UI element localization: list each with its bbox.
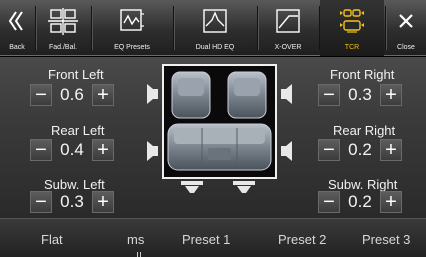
rear-left-speaker-icon: [147, 141, 158, 161]
subw-left-plus-button[interactable]: +: [92, 191, 114, 213]
front-left-minus-button[interactable]: −: [30, 84, 52, 106]
tcr-label: TCR: [344, 44, 360, 51]
tcr-main-panel: Front Left − 0.6 + Front Right − 0.3 + R…: [0, 57, 426, 218]
fad-bal-button[interactable]: Fad./Bal.: [36, 0, 90, 56]
back-button[interactable]: Back: [0, 0, 34, 56]
front-left-speaker-icon: [147, 84, 158, 104]
subw-right-value: 0.2: [348, 192, 372, 211]
fader-balance-icon: [48, 8, 78, 35]
subw-left-control: − 0.3 +: [30, 191, 114, 213]
preset-2-button[interactable]: Preset 2: [278, 232, 326, 247]
close-button[interactable]: Close: [386, 0, 426, 56]
unit-ms-button[interactable]: ms: [127, 232, 144, 247]
time-correction-icon: [340, 9, 364, 33]
subw-right-plus-button[interactable]: +: [380, 191, 402, 213]
front-right-minus-button[interactable]: −: [318, 84, 340, 106]
subw-left-label: Subw. Left: [44, 177, 105, 192]
rear-right-control: − 0.2 +: [318, 139, 402, 161]
front-right-value: 0.3: [348, 85, 372, 104]
rear-left-minus-button[interactable]: −: [30, 139, 52, 161]
front-right-plus-button[interactable]: +: [380, 84, 402, 106]
preset-1-button[interactable]: Preset 1: [182, 232, 230, 247]
preset-bar: Flat ms Preset 1 Preset 2 Preset 3: [0, 218, 426, 257]
car-seat-diagram: [162, 64, 277, 179]
subwoofer-left-icon: [181, 181, 203, 193]
rear-left-plus-button[interactable]: +: [92, 139, 114, 161]
subw-right-minus-button[interactable]: −: [318, 191, 340, 213]
front-left-label: Front Left: [48, 67, 104, 82]
back-label: Back: [9, 44, 25, 51]
tcr-button[interactable]: TCR: [320, 0, 384, 56]
front-left-value: 0.6: [60, 85, 84, 104]
unit-indicator: [137, 252, 141, 257]
rear-left-label: Rear Left: [51, 123, 105, 138]
rear-left-control: − 0.4 +: [30, 139, 114, 161]
front-left-control: − 0.6 +: [30, 84, 114, 106]
x-over-button[interactable]: X-OVER: [258, 0, 318, 56]
front-right-control: − 0.3 +: [318, 84, 402, 106]
rear-right-label: Rear Right: [333, 123, 396, 138]
rear-right-value: 0.2: [348, 140, 372, 159]
eq-presets-label: EQ Presets: [114, 44, 150, 51]
subwoofer-right-icon: [233, 181, 255, 193]
dual-hd-eq-icon: [203, 9, 227, 33]
subw-left-value: 0.3: [60, 192, 84, 211]
top-toolbar: Back Fad./Bal. EQ Presets Dual HD EQ X-O…: [0, 0, 426, 56]
subw-right-control: − 0.2 +: [318, 191, 402, 213]
front-right-label: Front Right: [330, 67, 395, 82]
subw-left-minus-button[interactable]: −: [30, 191, 52, 213]
close-icon: [399, 14, 413, 28]
dual-hd-eq-button[interactable]: Dual HD EQ: [174, 0, 256, 56]
close-label: Close: [397, 44, 415, 51]
x-over-label: X-OVER: [274, 44, 302, 51]
subw-right-label: Subw. Right: [328, 177, 398, 192]
front-left-plus-button[interactable]: +: [92, 84, 114, 106]
crossover-icon: [276, 9, 300, 33]
rear-left-value: 0.4: [60, 140, 84, 159]
car-seats-icon: [167, 71, 272, 171]
dual-hd-eq-label: Dual HD EQ: [195, 44, 235, 51]
fad-bal-label: Fad./Bal.: [48, 44, 77, 51]
eq-presets-button[interactable]: EQ Presets: [92, 0, 172, 56]
rear-right-minus-button[interactable]: −: [318, 139, 340, 161]
rear-right-speaker-icon: [281, 141, 292, 161]
eq-presets-icon: [120, 9, 144, 31]
preset-3-button[interactable]: Preset 3: [362, 232, 410, 247]
front-right-speaker-icon: [281, 84, 292, 104]
preset-flat-button[interactable]: Flat: [41, 232, 63, 247]
back-chevron-icon: [8, 11, 23, 31]
rear-right-plus-button[interactable]: +: [380, 139, 402, 161]
